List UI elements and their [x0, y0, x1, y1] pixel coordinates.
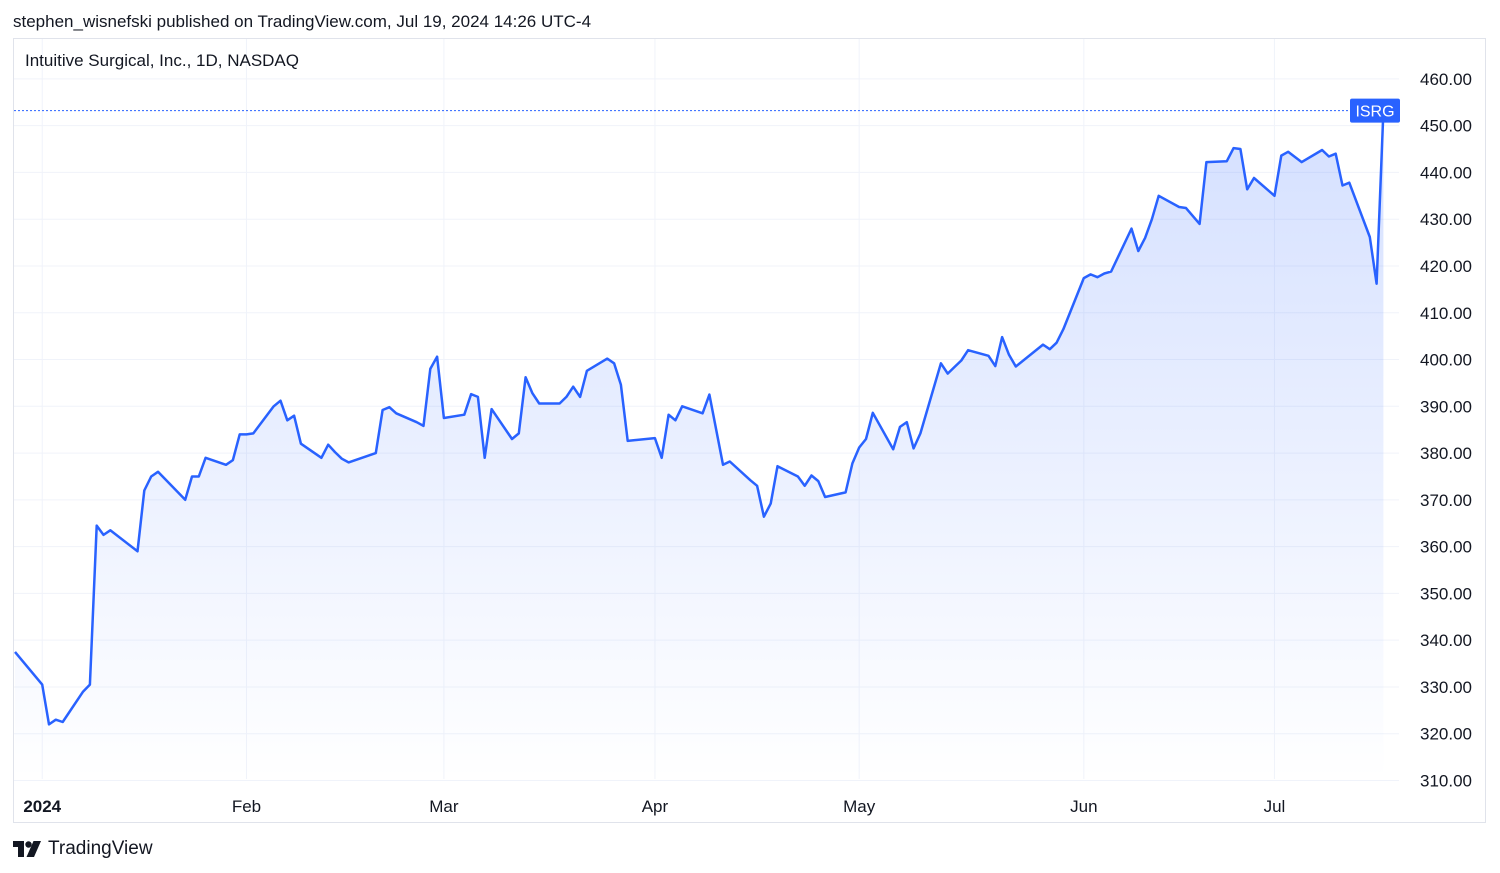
- chart-title: Intuitive Surgical, Inc., 1D, NASDAQ: [25, 51, 299, 70]
- y-tick-label: 380.00: [1420, 444, 1472, 463]
- x-tick-label: Jun: [1070, 797, 1097, 816]
- x-tick-label: Feb: [232, 797, 261, 816]
- y-tick-label: 310.00: [1420, 772, 1472, 791]
- tradingview-logo-icon: [13, 841, 41, 857]
- x-tick-label: Jul: [1264, 797, 1286, 816]
- y-tick-label: 440.00: [1420, 163, 1472, 182]
- y-tick-label: 450.00: [1420, 117, 1472, 136]
- y-tick-label: 400.00: [1420, 351, 1472, 370]
- x-tick-label: May: [843, 797, 876, 816]
- y-tick-label: 420.00: [1420, 257, 1472, 276]
- symbol-badge-label: ISRG: [1355, 104, 1394, 121]
- price-chart[interactable]: 310.00 320.00 330.00 340.00 350.00 360.00 370.…: [14, 39, 1485, 822]
- x-tick-label: Apr: [642, 797, 669, 816]
- tradingview-brand-text: TradingView: [48, 838, 153, 859]
- x-tick-label: 2024: [23, 797, 61, 816]
- y-tick-label: 350.00: [1420, 584, 1472, 603]
- y-tick-label: 330.00: [1420, 678, 1472, 697]
- y-tick-label: 360.00: [1420, 538, 1472, 557]
- y-tick-label: 370.00: [1420, 491, 1472, 510]
- y-tick-label: 460.00: [1420, 70, 1472, 89]
- y-tick-label: 390.00: [1420, 397, 1472, 416]
- chart-panel[interactable]: 310.00 320.00 330.00 340.00 350.00 360.00 370.…: [13, 38, 1486, 823]
- y-tick-label: 320.00: [1420, 725, 1472, 744]
- y-tick-label: 340.00: [1420, 631, 1472, 650]
- price-area-fill: [15, 110, 1384, 779]
- publish-info: stephen_wisnefski published on TradingVi…: [13, 12, 592, 31]
- y-tick-label: 430.00: [1420, 210, 1472, 229]
- tradingview-brand[interactable]: TradingView: [13, 838, 153, 860]
- y-tick-label: 410.00: [1420, 304, 1472, 323]
- x-tick-label: Mar: [429, 797, 459, 816]
